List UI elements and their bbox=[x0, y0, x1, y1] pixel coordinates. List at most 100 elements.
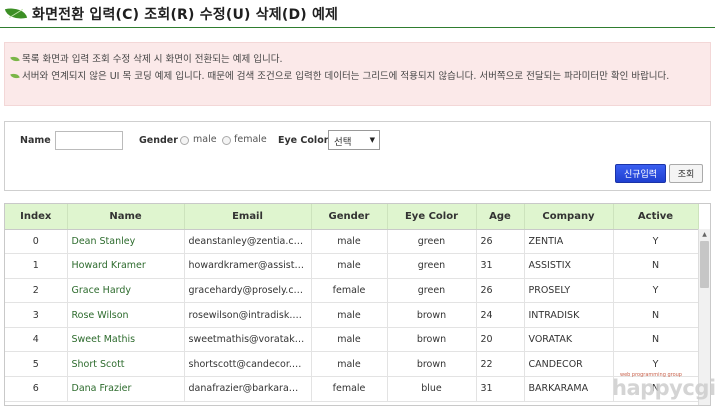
search-button[interactable]: 조회 bbox=[669, 164, 703, 183]
title-bar: 화면전환 입력(C) 조회(R) 수정(U) 삭제(D) 예제 bbox=[0, 0, 715, 28]
eye-color-select[interactable]: 선택 ▼ bbox=[328, 130, 380, 150]
table-row[interactable]: 6 Dana Frazier danafrazier@barkarama.com… bbox=[5, 376, 699, 402]
cell-name: Dana Frazier bbox=[67, 376, 185, 402]
cell-name: Sweet Mathis bbox=[67, 327, 185, 353]
cell-active: N bbox=[613, 302, 699, 328]
cell-active: Y bbox=[613, 229, 699, 255]
column-header-email[interactable]: Email bbox=[184, 204, 312, 230]
leaf-bullet-icon bbox=[10, 71, 20, 81]
cell-age: 26 bbox=[476, 278, 525, 304]
cell-eye-color: green bbox=[387, 253, 477, 279]
cell-active: N bbox=[613, 327, 699, 353]
notice-line: 목록 화면과 입력 조회 수정 삭제 시 화면이 전환되는 예제 입니다. bbox=[10, 51, 702, 68]
column-header-age[interactable]: Age bbox=[476, 204, 525, 230]
cell-active: Y bbox=[613, 278, 699, 304]
cell-age: 26 bbox=[476, 229, 525, 255]
cell-index: 4 bbox=[5, 327, 68, 353]
cell-index: 6 bbox=[5, 376, 68, 402]
column-header-company[interactable]: Company bbox=[524, 204, 614, 230]
cell-email: sweetmathis@voratak.com bbox=[184, 327, 312, 353]
eye-color-label: Eye Color bbox=[278, 135, 329, 146]
cell-email: shortscott@candecor.com bbox=[184, 351, 312, 378]
cell-age: 24 bbox=[476, 302, 525, 328]
cell-company: INTRADISK bbox=[524, 302, 614, 328]
cell-eye-color: green bbox=[387, 229, 477, 255]
cell-email: howardkramer@assistix.com bbox=[184, 253, 312, 279]
cell-active: N bbox=[613, 253, 699, 279]
cell-age: 31 bbox=[476, 253, 525, 279]
gender-female-radio[interactable] bbox=[222, 136, 231, 145]
cell-company: PROSELY bbox=[524, 278, 614, 304]
watermark-logo: web programming group happycgi bbox=[612, 372, 715, 402]
column-header-gender[interactable]: Gender bbox=[311, 204, 388, 230]
column-header-index[interactable]: Index bbox=[5, 204, 68, 230]
cell-email: deanstanley@zentia.com bbox=[184, 229, 312, 255]
cell-eye-color: brown bbox=[387, 351, 477, 378]
cell-age: 31 bbox=[476, 376, 525, 402]
cell-eye-color: blue bbox=[387, 376, 477, 402]
cell-index: 5 bbox=[5, 351, 68, 378]
table-row[interactable]: 2 Grace Hardy gracehardy@prosely.com fem… bbox=[5, 278, 699, 304]
gender-label: Gender bbox=[139, 135, 178, 146]
eye-color-selected: 선택 bbox=[334, 137, 352, 148]
scroll-thumb[interactable] bbox=[700, 241, 709, 288]
cell-age: 20 bbox=[476, 327, 525, 353]
search-panel: Name Gender male female Eye Color 선택 ▼ 신… bbox=[4, 121, 711, 191]
cell-gender: male bbox=[311, 253, 388, 279]
page-title: 화면전환 입력(C) 조회(R) 수정(U) 삭제(D) 예제 bbox=[32, 6, 339, 23]
gender-male-label: male bbox=[193, 134, 217, 145]
cell-company: BARKARAMA bbox=[524, 376, 614, 402]
notice-box: 목록 화면과 입력 조회 수정 삭제 시 화면이 전환되는 예제 입니다. 서버… bbox=[4, 42, 711, 106]
cell-company: ASSISTIX bbox=[524, 253, 614, 279]
cell-name: Short Scott bbox=[67, 351, 185, 378]
new-entry-button[interactable]: 신규입력 bbox=[615, 164, 666, 183]
cell-index: 0 bbox=[5, 229, 68, 255]
leaf-icon bbox=[4, 5, 28, 22]
cell-email: danafrazier@barkarama.com bbox=[184, 376, 312, 402]
grid-table: Index Name Email Gender Eye Color Age Co… bbox=[5, 204, 699, 402]
cell-gender: male bbox=[311, 229, 388, 255]
notice-text: 서버와 연계되지 않은 UI 목 코딩 예제 입니다. 때문에 검색 조건으로 … bbox=[22, 71, 670, 82]
scroll-up-arrow-icon[interactable]: ▲ bbox=[699, 229, 710, 240]
cell-name: Dean Stanley bbox=[67, 229, 185, 255]
column-header-eye-color[interactable]: Eye Color bbox=[387, 204, 477, 230]
cell-gender: male bbox=[311, 302, 388, 328]
table-row[interactable]: 4 Sweet Mathis sweetmathis@voratak.com m… bbox=[5, 327, 699, 353]
gender-male-radio[interactable] bbox=[180, 136, 189, 145]
cell-eye-color: brown bbox=[387, 302, 477, 328]
dropdown-arrow-icon: ▼ bbox=[369, 136, 375, 144]
name-input[interactable] bbox=[55, 131, 123, 150]
cell-gender: female bbox=[311, 376, 388, 402]
cell-gender: female bbox=[311, 278, 388, 304]
cell-gender: male bbox=[311, 351, 388, 378]
cell-index: 1 bbox=[5, 253, 68, 279]
grid-header-row: Index Name Email Gender Eye Color Age Co… bbox=[5, 204, 699, 230]
cell-company: ZENTIA bbox=[524, 229, 614, 255]
cell-index: 3 bbox=[5, 302, 68, 328]
cell-email: rosewilson@intradisk.com bbox=[184, 302, 312, 328]
table-row[interactable]: 0 Dean Stanley deanstanley@zentia.com ma… bbox=[5, 229, 699, 255]
watermark-text: happycgi bbox=[612, 376, 715, 400]
cell-email: gracehardy@prosely.com bbox=[184, 278, 312, 304]
notice-text: 목록 화면과 입력 조회 수정 삭제 시 화면이 전환되는 예제 입니다. bbox=[22, 54, 283, 65]
cell-eye-color: green bbox=[387, 278, 477, 304]
cell-name: Grace Hardy bbox=[67, 278, 185, 304]
cell-company: VORATAK bbox=[524, 327, 614, 353]
cell-index: 2 bbox=[5, 278, 68, 304]
data-grid: Index Name Email Gender Eye Color Age Co… bbox=[4, 203, 711, 406]
gender-female-label: female bbox=[234, 134, 267, 145]
leaf-bullet-icon bbox=[10, 54, 20, 64]
column-header-name[interactable]: Name bbox=[67, 204, 185, 230]
table-row[interactable]: 5 Short Scott shortscott@candecor.com ma… bbox=[5, 351, 699, 378]
column-header-active[interactable]: Active bbox=[613, 204, 699, 230]
name-label: Name bbox=[20, 135, 51, 146]
cell-age: 22 bbox=[476, 351, 525, 378]
cell-gender: male bbox=[311, 327, 388, 353]
cell-company: CANDECOR bbox=[524, 351, 614, 378]
cell-name: Howard Kramer bbox=[67, 253, 185, 279]
table-row[interactable]: 3 Rose Wilson rosewilson@intradisk.com m… bbox=[5, 302, 699, 328]
table-row[interactable]: 1 Howard Kramer howardkramer@assistix.co… bbox=[5, 253, 699, 279]
notice-line: 서버와 연계되지 않은 UI 목 코딩 예제 입니다. 때문에 검색 조건으로 … bbox=[10, 68, 702, 85]
cell-name: Rose Wilson bbox=[67, 302, 185, 328]
cell-eye-color: brown bbox=[387, 327, 477, 353]
